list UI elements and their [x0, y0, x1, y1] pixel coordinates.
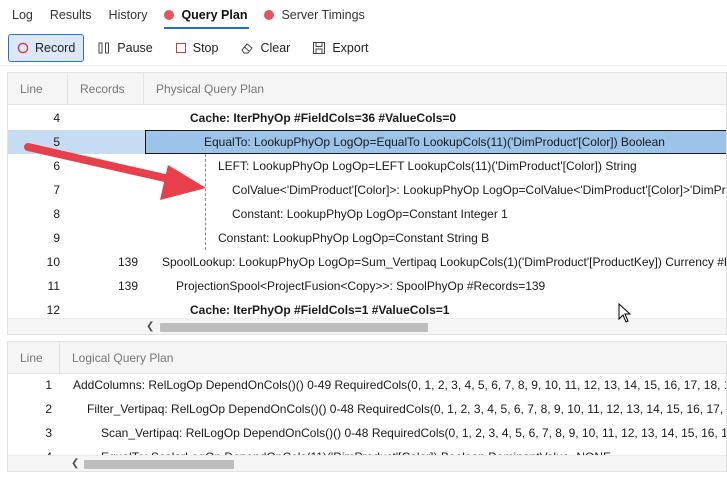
plan-operator: Filter_Vertipaq: RelLogOp DependOnCols()…: [87, 402, 727, 416]
recording-dot-icon: [264, 10, 275, 20]
table-row[interactable]: 10 139 SpoolLookup: LookupPhyOp LogOp=Su…: [8, 250, 727, 274]
line-number: 5: [53, 135, 60, 149]
stop-button[interactable]: Stop: [166, 34, 228, 62]
tab-query-plan-label: Query Plan: [181, 8, 248, 22]
column-header-records[interactable]: Records: [68, 73, 144, 104]
table-row[interactable]: 9 Constant: LookupPhyOp LogOp=Constant S…: [8, 226, 726, 250]
plan-operator: Cache: IterPhyOp #FieldCols=1 #ValueCols…: [190, 303, 450, 317]
line-number: 7: [53, 183, 60, 197]
logical-query-plan-grid[interactable]: Line Logical Query Plan 1 AddColumns: Re…: [7, 341, 727, 472]
toolbar: Record Pause Stop Clear Export: [0, 30, 727, 66]
tab-query-plan[interactable]: Query Plan: [154, 0, 254, 30]
recording-dot-icon: [164, 10, 175, 20]
plan-operator: Constant: LookupPhyOp LogOp=Constant Str…: [218, 231, 490, 245]
line-number: 8: [53, 207, 60, 221]
plan-operator: SpoolLookup: LookupPhyOp LogOp=Sum_Verti…: [162, 255, 727, 269]
grid-header: Line Logical Query Plan: [8, 342, 726, 374]
table-row-selected[interactable]: 5 EqualTo: LookupPhyOp LogOp=EqualTo Loo…: [8, 130, 726, 154]
column-header-physical-plan[interactable]: Physical Query Plan: [144, 73, 726, 104]
grid-header: Line Records Physical Query Plan: [8, 73, 726, 105]
plan-operator: EqualTo: LookupPhyOp LogOp=EqualTo Looku…: [204, 135, 665, 149]
indent-guide-line: [205, 154, 206, 250]
line-number: 1: [45, 378, 52, 392]
line-number: 3: [45, 426, 52, 440]
table-row[interactable]: 3 Scan_Vertipaq: RelLogOp DependOnCols()…: [8, 421, 727, 445]
scroll-left-icon[interactable]: ❮: [71, 458, 79, 469]
table-row[interactable]: 2 Filter_Vertipaq: RelLogOp DependOnCols…: [8, 397, 727, 421]
record-button[interactable]: Record: [8, 33, 85, 62]
plan-operator: ColValue<'DimProduct'[Color]>: LookupPhy…: [232, 183, 726, 197]
stop-button-label: Stop: [192, 40, 219, 55]
clear-button-label: Clear: [260, 40, 291, 55]
plan-operator: AddColumns: RelLogOp DependOnCols()() 0-…: [73, 378, 727, 392]
line-number: 10: [46, 255, 60, 269]
pause-button[interactable]: Pause: [88, 34, 161, 62]
records-count: 139: [117, 279, 138, 293]
record-button-label: Record: [35, 40, 76, 55]
column-header-logical-plan[interactable]: Logical Query Plan: [60, 342, 726, 373]
scrollbar-thumb[interactable]: [160, 323, 428, 332]
line-number: 12: [46, 303, 60, 317]
export-button-label: Export: [332, 40, 369, 55]
plan-operator: Scan_Vertipaq: RelLogOp DependOnCols()()…: [101, 426, 727, 440]
plan-operator: Constant: LookupPhyOp LogOp=Constant Int…: [232, 207, 508, 221]
pause-icon: [98, 42, 110, 53]
table-row[interactable]: 11 139 ProjectionSpool<ProjectFusion<Cop…: [8, 274, 726, 298]
table-row[interactable]: 1 AddColumns: RelLogOp DependOnCols()() …: [8, 373, 727, 397]
record-icon: [17, 42, 29, 53]
mouse-cursor-icon: [618, 303, 632, 323]
tab-server-timings[interactable]: Server Timings: [254, 0, 371, 30]
table-row[interactable]: 4 Cache: IterPhyOp #FieldCols=36 #ValueC…: [8, 106, 726, 130]
tab-log-label: Log: [12, 8, 33, 22]
tab-bar: Log Results History Query Plan Server Ti…: [0, 0, 727, 30]
line-number: 9: [53, 231, 60, 245]
line-number: 6: [53, 159, 60, 173]
line-number: 4: [53, 111, 60, 125]
save-icon: [313, 41, 326, 54]
records-count: 139: [117, 255, 138, 269]
eraser-icon: [241, 42, 254, 53]
pause-button-label: Pause: [117, 40, 153, 55]
column-header-line[interactable]: Line: [8, 342, 60, 373]
tab-server-timings-label: Server Timings: [281, 8, 365, 22]
line-number: 11: [47, 279, 60, 293]
tab-history-label: History: [108, 8, 148, 22]
horizontal-scrollbar[interactable]: ❮: [8, 455, 726, 471]
tab-history[interactable]: History: [99, 0, 155, 30]
line-number: 2: [45, 402, 52, 416]
table-row[interactable]: 6 LEFT: LookupPhyOp LogOp=LEFT LookupCol…: [8, 154, 726, 178]
table-row[interactable]: 7 ColValue<'DimProduct'[Color]>: LookupP…: [8, 178, 726, 202]
plan-operator: ProjectionSpool<ProjectFusion<Copy>>: Sp…: [176, 279, 546, 293]
tab-results[interactable]: Results: [40, 0, 99, 30]
physical-query-plan-grid[interactable]: Line Records Physical Query Plan 4 Cache…: [7, 72, 727, 335]
export-button[interactable]: Export: [303, 34, 377, 62]
clear-button[interactable]: Clear: [231, 34, 299, 62]
stop-icon: [175, 42, 186, 53]
tab-log[interactable]: Log: [0, 0, 40, 30]
plan-operator: Cache: IterPhyOp #FieldCols=36 #ValueCol…: [190, 111, 457, 125]
tab-results-label: Results: [49, 8, 92, 22]
table-row[interactable]: 8 Constant: LookupPhyOp LogOp=Constant I…: [8, 202, 726, 226]
column-header-line[interactable]: Line: [8, 73, 68, 104]
plan-operator: LEFT: LookupPhyOp LogOp=LEFT LookupCols(…: [218, 159, 637, 173]
scrollbar-thumb[interactable]: [84, 460, 234, 469]
scroll-left-icon[interactable]: ❮: [146, 321, 154, 332]
